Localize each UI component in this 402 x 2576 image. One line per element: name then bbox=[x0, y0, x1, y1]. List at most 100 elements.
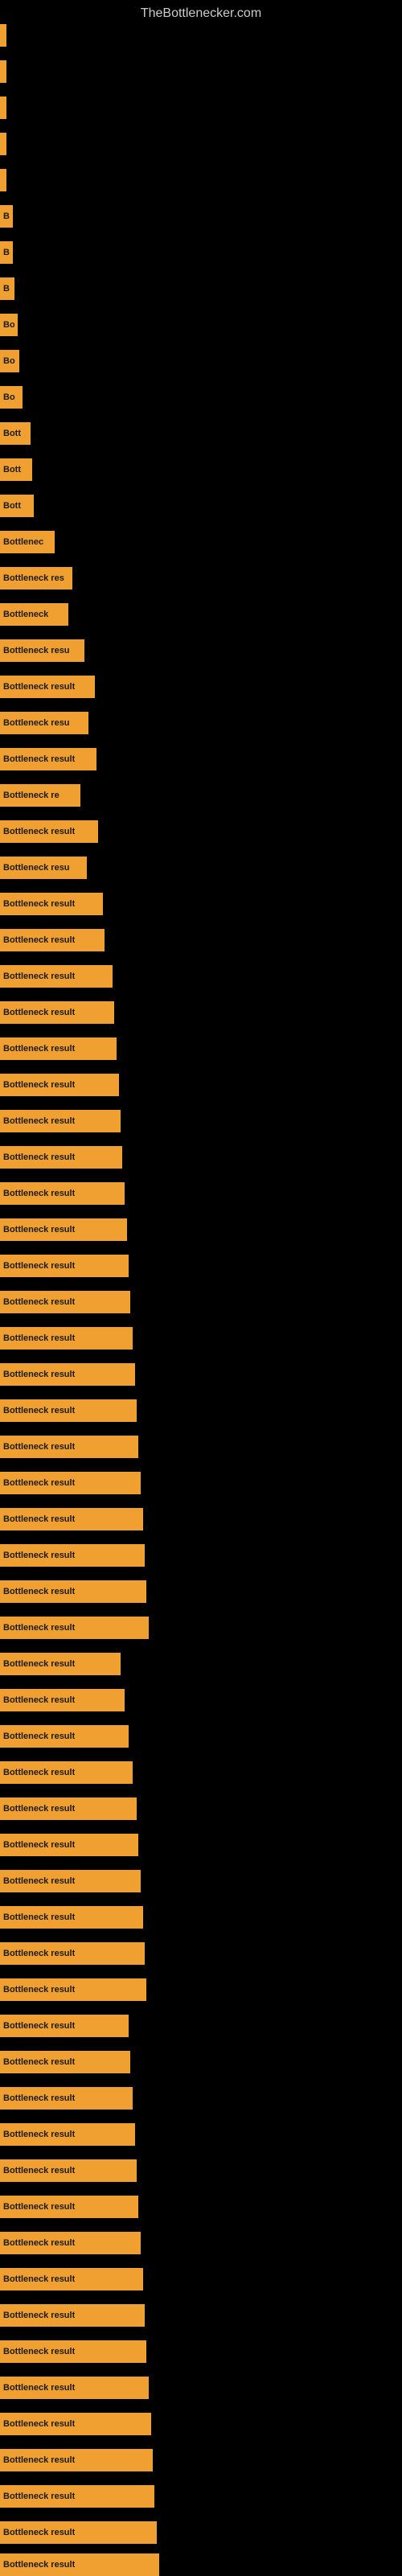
bar-row: Bottleneck result bbox=[0, 929, 105, 951]
bar-row: Bottleneck result bbox=[0, 1834, 138, 1856]
bar-label: Bottleneck result bbox=[3, 1551, 75, 1560]
bar-label: Bottleneck result bbox=[3, 899, 75, 909]
bar-label: Bottleneck result bbox=[3, 1008, 75, 1017]
bar-row: Bottleneck result bbox=[0, 1761, 133, 1784]
bar-label: Bottleneck result bbox=[3, 2130, 75, 2139]
bar-label: Bottleneck result bbox=[3, 1768, 75, 1777]
bar-label: Bottleneck result bbox=[3, 1478, 75, 1488]
bar-row: Bottleneck result bbox=[0, 1037, 117, 1060]
bar-row: Bott bbox=[0, 458, 32, 481]
bar-row: Bottleneck result bbox=[0, 2232, 141, 2254]
bar-label: Bottleneck result bbox=[3, 1297, 75, 1307]
bar-label: Bottleneck result bbox=[3, 827, 75, 836]
bar-row: Bott bbox=[0, 495, 34, 517]
bar-row: Bottleneck resu bbox=[0, 639, 84, 662]
bar-label: Bottleneck result bbox=[3, 2311, 75, 2320]
bar-row: Bottleneck result bbox=[0, 676, 95, 698]
bar-row bbox=[0, 24, 6, 47]
bar-row: Bottleneck result bbox=[0, 2521, 157, 2544]
bar-row: Bottleneck result bbox=[0, 1725, 129, 1748]
bar-row: Bottleneck result bbox=[0, 1001, 114, 1024]
bar-row: E bbox=[0, 169, 6, 191]
bar-label: Bottleneck result bbox=[3, 935, 75, 945]
bar-label: Bottleneck result bbox=[3, 1949, 75, 1958]
bar-label: Bottleneck resu bbox=[3, 646, 70, 655]
bar-row: Bo bbox=[0, 205, 13, 228]
bar-row: Bottleneck re bbox=[0, 784, 80, 807]
bar-label: Bo bbox=[3, 356, 15, 366]
bar-row: Bottleneck result bbox=[0, 2340, 146, 2363]
bar-label: Bottleneck result bbox=[3, 682, 75, 692]
bar-row: Bottleneck result bbox=[0, 1689, 125, 1711]
bar-label: Bottleneck result bbox=[3, 1840, 75, 1850]
bar-row: Bottleneck result bbox=[0, 893, 103, 915]
bar-row: Bottleneck result bbox=[0, 1508, 143, 1530]
bar-row: Bottleneck result bbox=[0, 2087, 133, 2110]
bar-row: Bottleneck result bbox=[0, 1472, 141, 1494]
bar-row: Bottleneck result bbox=[0, 2159, 137, 2182]
bar-row: Bottleneck resu bbox=[0, 857, 87, 879]
bar-label: Bottleneck result bbox=[3, 1695, 75, 1705]
bar-label: Bo bbox=[3, 392, 15, 402]
bar-row: Bottleneck result bbox=[0, 2015, 129, 2037]
bar-label: Bottleneck result bbox=[3, 1225, 75, 1235]
bar-label: Bottleneck result bbox=[3, 2560, 75, 2570]
bar-label: Bottleneck result bbox=[3, 2166, 75, 2175]
bar-label: Bottleneck res bbox=[3, 573, 64, 583]
bar-label: Bottleneck result bbox=[3, 1333, 75, 1343]
bar-label: Bottleneck result bbox=[3, 1442, 75, 1452]
bar-label: Bottleneck result bbox=[3, 754, 75, 764]
bar-row: Bottleneck result bbox=[0, 1978, 146, 2001]
bar-row: Bottleneck result bbox=[0, 1580, 146, 1603]
bar-row: Bottleneck result bbox=[0, 1363, 135, 1386]
bar-label: Bottleneck result bbox=[3, 972, 75, 981]
bar-label: B bbox=[3, 284, 10, 294]
bar-label: Bottleneck result bbox=[3, 1044, 75, 1054]
bar-label: Bottleneck result bbox=[3, 2419, 75, 2429]
bar-row: Bottleneck result bbox=[0, 1544, 145, 1567]
bar-label: Bottleneck re bbox=[3, 791, 59, 800]
bar-label: Bottleneck result bbox=[3, 2093, 75, 2103]
bar-label: Bottleneck result bbox=[3, 1406, 75, 1415]
bar-label: Bottlenec bbox=[3, 537, 43, 547]
bar-label: Bott bbox=[3, 465, 21, 475]
bar-row: Bottleneck result bbox=[0, 1182, 125, 1205]
bar-row: Bottleneck result bbox=[0, 1797, 137, 1820]
bar-row: Bottleneck result bbox=[0, 965, 113, 988]
bar-label: Bottleneck result bbox=[3, 1587, 75, 1596]
bar-row: Bottleneck bbox=[0, 603, 68, 626]
bar-label: Bottleneck resu bbox=[3, 718, 70, 728]
bar-row: Bottleneck result bbox=[0, 2123, 135, 2146]
bar-label: Bottleneck result bbox=[3, 2455, 75, 2465]
bar-row: Bottleneck result bbox=[0, 748, 96, 770]
bar-label: Bottleneck bbox=[3, 610, 48, 619]
bar-label: Bottleneck result bbox=[3, 1116, 75, 1126]
bar-label: Bott bbox=[3, 501, 21, 511]
bar-row: Bottleneck result bbox=[0, 1617, 149, 1639]
bar-row: Bottleneck result bbox=[0, 1942, 145, 1965]
bar-row: Bottleneck result bbox=[0, 2051, 130, 2073]
bar-row: Bo bbox=[0, 386, 23, 409]
bar-row: Bottleneck result bbox=[0, 1110, 121, 1132]
bar-row bbox=[0, 60, 6, 83]
bar-row: Bo bbox=[0, 314, 18, 336]
bar-row: Bottleneck result bbox=[0, 1255, 129, 1277]
bar-row: B bbox=[0, 133, 6, 155]
bar-label: Bottleneck result bbox=[3, 2347, 75, 2356]
bar-row: Bo bbox=[0, 350, 19, 372]
bar-row: Bottleneck result bbox=[0, 1399, 137, 1422]
bar-label: Bottleneck result bbox=[3, 1804, 75, 1814]
bar-row: B bbox=[0, 241, 13, 264]
bar-row: Bottleneck result bbox=[0, 2485, 154, 2508]
bar-label: Bo bbox=[3, 212, 10, 221]
bar-label: Bottleneck result bbox=[3, 2202, 75, 2212]
bar-label: Bottleneck result bbox=[3, 1659, 75, 1669]
bar-label: Bottleneck result bbox=[3, 1152, 75, 1162]
bar-row: Bottleneck result bbox=[0, 1436, 138, 1458]
bar-row: Bottleneck result bbox=[0, 1146, 122, 1169]
bar-label: Bottleneck resu bbox=[3, 863, 70, 873]
bar-row: Bottleneck result bbox=[0, 2377, 149, 2399]
bar-label: Bottleneck result bbox=[3, 1370, 75, 1379]
bar-label: Bottleneck result bbox=[3, 1912, 75, 1922]
bar-row: B bbox=[0, 277, 14, 300]
